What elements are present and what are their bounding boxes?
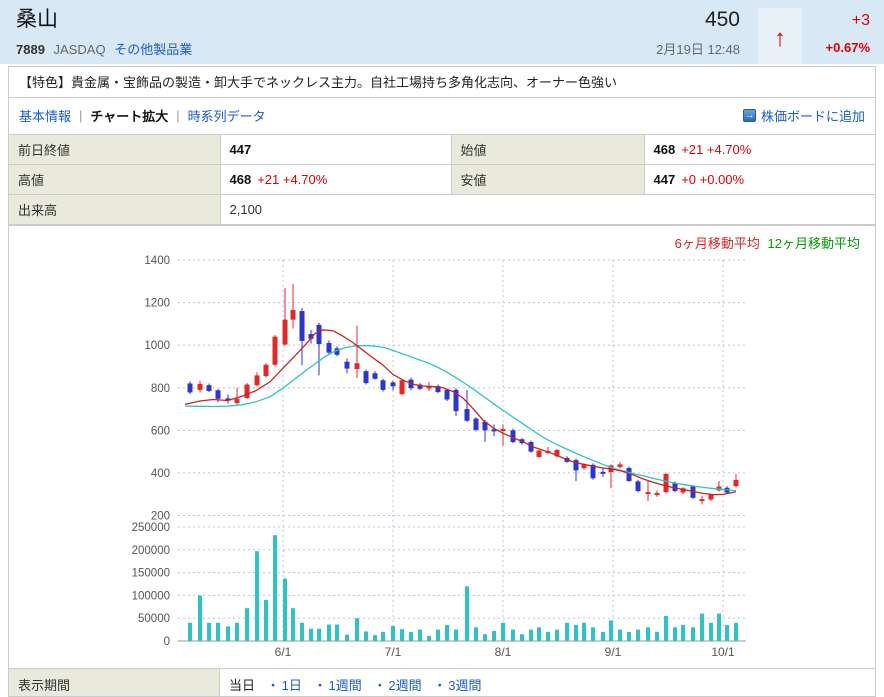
svg-text:9/1: 9/1	[605, 645, 622, 659]
stock-identity: 桑山 7889 JASDAQ その他製品業	[16, 8, 192, 64]
period-option-current: 当日	[229, 678, 255, 693]
stock-name: 桑山	[16, 8, 192, 32]
quote-table: 前日終値 447 始値 468+21 +4.70% 高値 468+21 +4.7…	[9, 134, 875, 225]
svg-text:200: 200	[151, 511, 170, 523]
label-volume: 出来高	[9, 195, 220, 225]
stock-chart-svg: 1400 1200 1000 800 600 400 200250000 200000 1500…	[9, 226, 875, 667]
price-direction-box: ↑	[758, 8, 802, 64]
table-row: 前日終値 447 始値 468+21 +4.70%	[9, 135, 875, 165]
content-box: 【特色】貴金属・宝飾品の製造・卸大手でネックレス主力。自社工場持ち多角化志向、オ…	[8, 66, 876, 697]
svg-text:7/1: 7/1	[385, 645, 402, 659]
display-period-options: 当日 ・1日 ・1週間 ・2週間 ・3週間	[220, 669, 491, 696]
label-open: 始値	[451, 135, 644, 165]
svg-text:1400: 1400	[144, 255, 170, 267]
table-row: 出来高 2,100	[9, 195, 875, 225]
tab-basic-info[interactable]: 基本情報	[19, 106, 71, 125]
period-option-2week[interactable]: 2週間	[388, 678, 421, 693]
svg-text:200000: 200000	[132, 545, 170, 557]
nav-tabs: 基本情報 | チャート拡大 | 時系列データ → 株価ボードに追加	[9, 98, 875, 134]
label-prev-close: 前日終値	[9, 135, 220, 165]
stock-market: JASDAQ	[54, 42, 106, 57]
svg-text:1000: 1000	[144, 340, 170, 352]
display-period-row: 表示期間 当日 ・1日 ・1週間 ・2週間 ・3週間	[9, 668, 875, 696]
svg-text:8/1: 8/1	[495, 645, 512, 659]
price-change: +3	[808, 10, 870, 32]
value-volume: 2,100	[220, 195, 875, 225]
value-prev-close: 447	[220, 135, 451, 165]
svg-text:250000: 250000	[132, 522, 170, 534]
price-summary: 450 2月19日 12:48 ↑ +3 +0.67%	[656, 8, 870, 64]
svg-text:0: 0	[164, 636, 170, 648]
add-to-board-link[interactable]: → 株価ボードに追加	[743, 106, 865, 125]
tab-time-series[interactable]: 時系列データ	[188, 106, 266, 125]
svg-text:150000: 150000	[132, 568, 170, 580]
stock-code: 7889	[16, 42, 45, 57]
tab-separator: |	[176, 108, 179, 123]
label-high: 高値	[9, 165, 220, 195]
period-separator: ・	[433, 678, 446, 693]
svg-text:6/1: 6/1	[275, 645, 292, 659]
value-low: 447+0 +0.00%	[644, 165, 875, 195]
svg-text:400: 400	[151, 468, 170, 480]
period-option-1week[interactable]: 1週間	[329, 678, 362, 693]
svg-text:50000: 50000	[138, 613, 170, 625]
up-arrow-icon: ↑	[774, 27, 786, 51]
tab-chart-enlarge: チャート拡大	[90, 106, 168, 125]
stock-code-line: 7889 JASDAQ その他製品業	[16, 39, 192, 58]
svg-text:100000: 100000	[132, 590, 170, 602]
current-price: 450	[656, 8, 740, 32]
display-period-label: 表示期間	[9, 669, 220, 696]
label-low: 安値	[451, 165, 644, 195]
value-open: 468+21 +4.70%	[644, 135, 875, 165]
add-arrow-icon: →	[743, 109, 756, 122]
svg-text:10/1: 10/1	[711, 645, 735, 659]
period-separator: ・	[373, 678, 386, 693]
period-separator: ・	[267, 678, 280, 693]
company-feature-text: 【特色】貴金属・宝飾品の製造・卸大手でネックレス主力。自社工場持ち多角化志向、オ…	[9, 66, 875, 98]
period-option-3week[interactable]: 3週間	[448, 678, 481, 693]
svg-text:1200: 1200	[144, 298, 170, 310]
add-to-board-label: 株価ボードに追加	[761, 106, 865, 125]
quote-datetime: 2月19日 12:48	[656, 39, 740, 58]
value-high: 468+21 +4.70%	[220, 165, 451, 195]
tab-separator: |	[79, 108, 82, 123]
industry-link[interactable]: その他製品業	[114, 42, 192, 57]
table-row: 高値 468+21 +4.70% 安値 447+0 +0.00%	[9, 165, 875, 195]
price-change-percent: +0.67%	[808, 40, 870, 55]
svg-text:600: 600	[151, 425, 170, 437]
period-separator: ・	[314, 678, 327, 693]
svg-text:800: 800	[151, 383, 170, 395]
stock-chart: 6ヶ月移動平均 12ヶ月移動平均 14001200100080060040020…	[9, 225, 875, 668]
stock-header: 桑山 7889 JASDAQ その他製品業 450 2月19日 12:48 ↑ …	[0, 0, 884, 66]
period-option-1day[interactable]: 1日	[282, 678, 302, 693]
